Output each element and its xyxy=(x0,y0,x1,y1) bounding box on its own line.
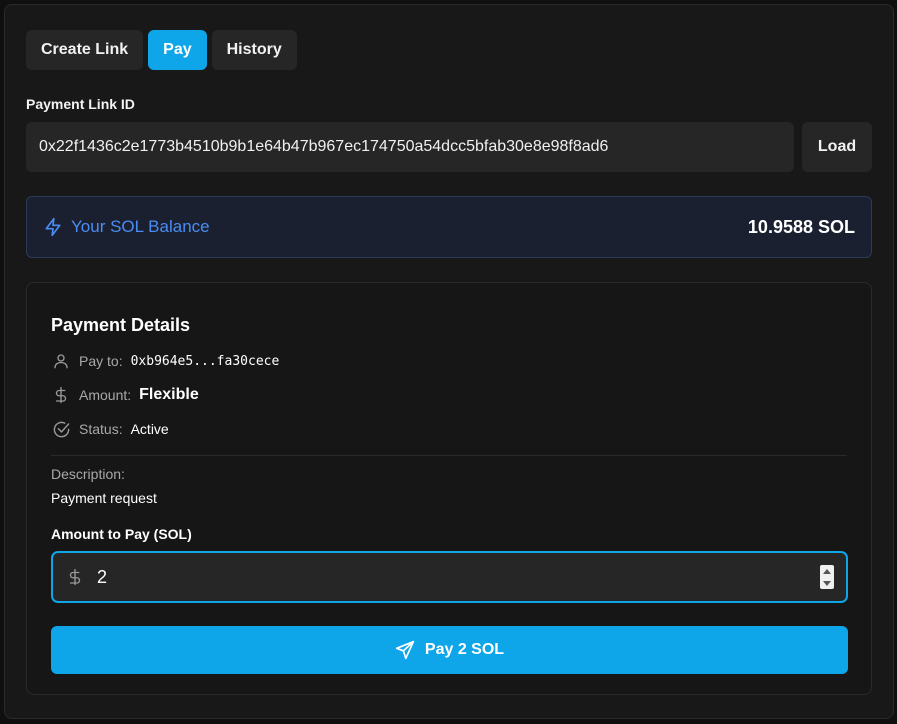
payment-panel: Create Link Pay History Payment Link ID … xyxy=(4,4,894,719)
amount-value: Flexible xyxy=(139,386,199,403)
amount-to-pay-input[interactable] xyxy=(97,553,820,601)
status-label: Status: xyxy=(79,421,123,437)
user-icon xyxy=(51,351,71,371)
description-label: Description: xyxy=(51,466,125,482)
pay-button-label: Pay 2 SOL xyxy=(424,641,505,658)
status-value: Active xyxy=(130,421,169,437)
spin-down-icon[interactable] xyxy=(823,580,831,586)
sol-balance-banner: Your SOL Balance 10.9588 SOL xyxy=(26,196,872,258)
dollar-icon xyxy=(53,566,97,588)
amount-label: Amount: xyxy=(79,387,132,403)
tab-create-link[interactable]: Create Link xyxy=(26,30,144,70)
payment-details-card: Payment Details Pay to: 0xb964e5...fa30c… xyxy=(26,282,872,695)
payment-link-id-label: Payment Link ID xyxy=(26,96,135,112)
sol-balance-label: Your SOL Balance xyxy=(71,217,210,236)
payment-link-id-input[interactable] xyxy=(26,122,794,172)
description-value: Payment request xyxy=(51,490,157,506)
details-divider xyxy=(51,455,847,456)
spin-up-icon[interactable] xyxy=(823,568,831,574)
amount-row: Amount: Flexible xyxy=(51,385,199,405)
lightning-icon xyxy=(43,217,63,237)
pay-button[interactable]: Pay 2 SOL xyxy=(51,626,848,674)
sol-balance-value: 10.9588 SOL xyxy=(747,216,855,237)
pay-to-label: Pay to: xyxy=(79,353,123,369)
tab-history[interactable]: History xyxy=(211,30,297,70)
amount-to-pay-label: Amount to Pay (SOL) xyxy=(51,526,192,542)
pay-to-address: 0xb964e5...fa30cece xyxy=(130,353,280,369)
status-row: Status: Active xyxy=(51,419,169,439)
send-icon xyxy=(395,640,415,660)
tab-bar: Create Link Pay History xyxy=(26,30,297,70)
amount-spinner[interactable] xyxy=(820,565,834,589)
load-button[interactable]: Load xyxy=(802,122,872,172)
tab-pay[interactable]: Pay xyxy=(148,30,207,70)
sol-balance-label-group: Your SOL Balance xyxy=(43,217,210,237)
payment-details-title: Payment Details xyxy=(51,315,191,335)
dollar-icon xyxy=(51,385,71,405)
amount-to-pay-field[interactable] xyxy=(51,551,848,603)
check-circle-icon xyxy=(51,419,71,439)
pay-to-row: Pay to: 0xb964e5...fa30cece xyxy=(51,351,279,371)
